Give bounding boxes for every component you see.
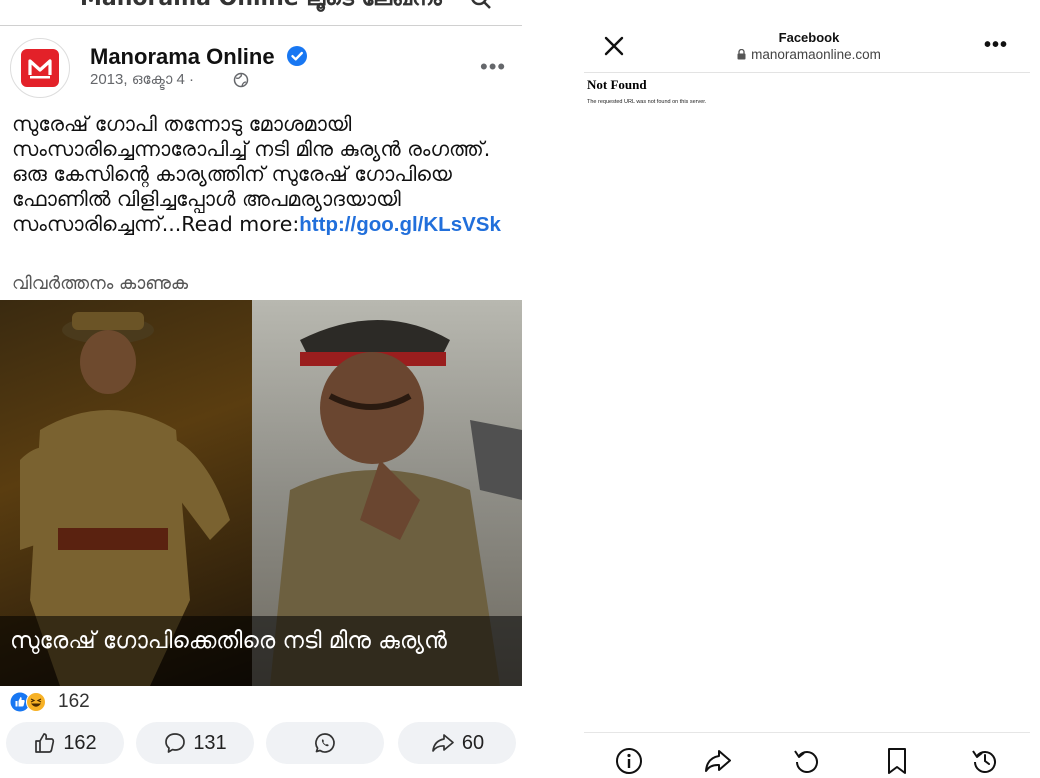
browser-divider — [584, 72, 1030, 73]
top-bar-title: Manorama Online ലൂടെ ലേഖനം — [80, 0, 442, 11]
like-button[interactable]: 162 — [6, 722, 124, 764]
comment-count: 131 — [193, 731, 227, 754]
like-count: 162 — [63, 731, 97, 754]
top-bar: Manorama Online ലൂടെ ലേഖനം — [0, 0, 522, 26]
bookmark-icon[interactable] — [884, 746, 910, 778]
more-icon[interactable]: ••• — [984, 34, 1008, 57]
verified-icon — [286, 45, 308, 72]
like-outline-icon — [33, 731, 57, 755]
see-translation-link[interactable]: വിവർത്തനം കാണുക — [12, 273, 188, 294]
browser-url[interactable]: manoramaonline.com — [584, 47, 1034, 63]
haha-icon — [26, 692, 46, 717]
share-icon — [430, 731, 456, 755]
action-bar: 162 131 60 — [6, 722, 518, 766]
browser-toolbar — [584, 746, 1030, 778]
post-date[interactable]: 2013, ഒക്ടോ 4 · — [90, 71, 194, 88]
in-app-browser-panel: Facebook manoramaonline.com ••• Not Foun… — [584, 0, 1034, 778]
share-count: 60 — [461, 731, 485, 754]
not-found-title: Not Found — [587, 77, 647, 92]
image-caption: സുരേഷ് ഗോപിക്കെതിരെ നടി മിനു കുര്യൻ — [10, 628, 447, 654]
not-found-body: The requested URL was not found on this … — [587, 99, 707, 105]
forward-icon[interactable] — [702, 746, 734, 778]
share-button[interactable]: 60 — [398, 722, 516, 764]
more-icon[interactable]: ••• — [480, 54, 506, 80]
comment-button[interactable]: 131 — [136, 722, 254, 764]
reaction-count: 162 — [58, 691, 90, 712]
toolbar-divider — [584, 732, 1030, 733]
whatsapp-button[interactable] — [266, 722, 384, 764]
facebook-post-panel: Manorama Online ലൂടെ ലേഖനം Manorama Onli… — [0, 0, 522, 778]
post-header: Manorama Online 2013, ഒക്ടോ 4 · ••• — [0, 30, 522, 100]
refresh-icon[interactable] — [792, 746, 822, 778]
browser-url-text: manoramaonline.com — [751, 47, 881, 62]
globe-icon — [233, 72, 249, 93]
info-icon[interactable] — [614, 746, 644, 778]
page-name[interactable]: Manorama Online — [90, 44, 275, 70]
post-image[interactable]: സുരേഷ് ഗോപിക്കെതിരെ നടി മിനു കുര്യൻ — [0, 300, 522, 686]
comment-icon — [163, 731, 187, 755]
lock-icon — [737, 48, 746, 63]
post-text: സുരേഷ് ഗോപി തന്നോടു മോശമായി സംസാരിച്ചെന്… — [12, 112, 512, 237]
search-icon[interactable] — [470, 0, 492, 15]
whatsapp-icon — [313, 731, 337, 755]
history-icon[interactable] — [970, 746, 1000, 778]
manorama-logo — [21, 49, 59, 87]
avatar[interactable] — [10, 38, 70, 98]
post-link[interactable]: http://goo.gl/KLsVSk — [299, 213, 501, 236]
browser-title: Facebook — [778, 30, 840, 45]
